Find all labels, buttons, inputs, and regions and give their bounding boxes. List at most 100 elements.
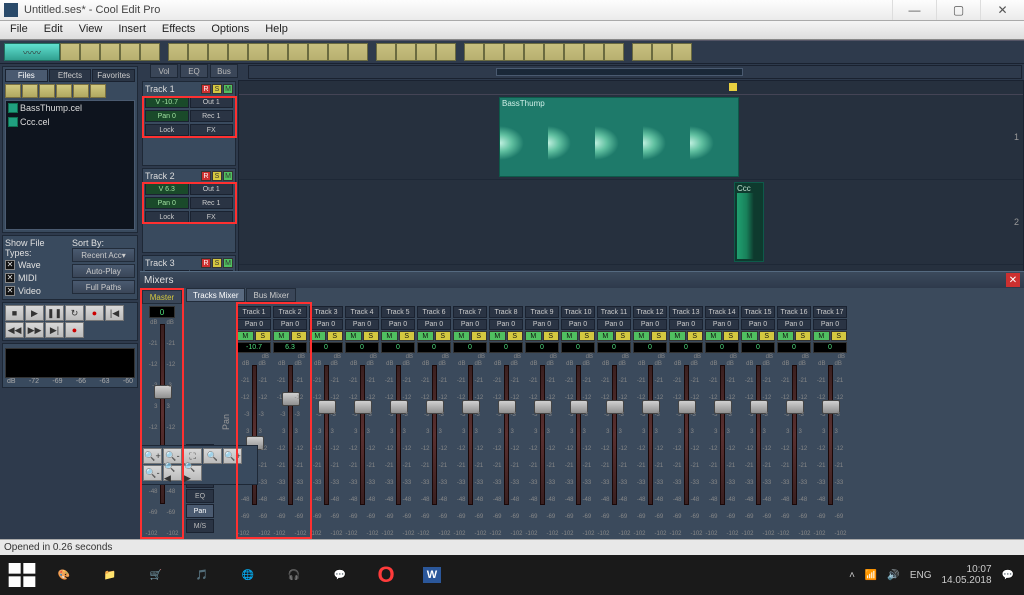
mixer-mute-button[interactable]: M — [237, 331, 254, 341]
mixer-pan-display[interactable]: Pan 0 — [777, 319, 811, 330]
menu-file[interactable]: File — [4, 21, 34, 39]
taskbar-app[interactable]: 💬 — [318, 559, 362, 591]
viewtab-bus[interactable]: Bus — [210, 64, 238, 78]
mixer-fader[interactable] — [288, 365, 293, 505]
mixer-fader[interactable] — [396, 365, 401, 505]
mixer-fader[interactable] — [324, 365, 329, 505]
mixer-fader[interactable] — [540, 365, 545, 505]
file-btn[interactable] — [5, 84, 21, 98]
taskbar-app[interactable]: 🎨 — [42, 559, 86, 591]
mixer-fader[interactable] — [612, 365, 617, 505]
mixer-track-label[interactable]: Track 1 — [237, 306, 271, 318]
mixer-mute-button[interactable]: M — [489, 331, 506, 341]
mute-button[interactable]: M — [223, 258, 233, 268]
mixer-solo-button[interactable]: S — [399, 331, 416, 341]
track-pan-display[interactable]: Pan 0 — [145, 197, 189, 209]
tray-lang[interactable]: ENG — [910, 570, 932, 581]
toolbar-btn[interactable] — [376, 43, 396, 61]
fullpaths-button[interactable]: Full Paths — [72, 280, 135, 294]
sidebtn-eq[interactable]: EQ — [186, 489, 214, 503]
mixer-fader[interactable] — [576, 365, 581, 505]
mixer-mute-button[interactable]: M — [813, 331, 830, 341]
sidebtn-ms[interactable]: M/S — [186, 519, 214, 533]
track-pan-display[interactable]: Pan 0 — [145, 110, 189, 122]
mixer-solo-button[interactable]: S — [471, 331, 488, 341]
menu-options[interactable]: Options — [205, 21, 255, 39]
track-rec-button[interactable]: Rec 1 — [190, 197, 234, 209]
track-volume-display[interactable]: V 6.3 — [145, 183, 189, 195]
zoom-out-v-button[interactable]: 🔍- — [143, 465, 162, 481]
mixer-mute-button[interactable]: M — [309, 331, 326, 341]
mixer-pan-display[interactable]: Pan 0 — [345, 319, 379, 330]
stop-button[interactable]: ■ — [5, 305, 24, 321]
taskbar-app[interactable]: 🛒 — [134, 559, 178, 591]
mixer-track-label[interactable]: Track 15 — [741, 306, 775, 318]
record-arm-button[interactable]: R — [201, 258, 211, 268]
toolbar-btn[interactable] — [504, 43, 524, 61]
mixer-solo-button[interactable]: S — [435, 331, 452, 341]
toolbar-btn[interactable] — [416, 43, 436, 61]
tray-chevron-icon[interactable]: ˄ — [849, 570, 855, 581]
toolbar-btn[interactable] — [584, 43, 604, 61]
go-start-button[interactable]: |◀ — [105, 305, 124, 321]
record-arm-button[interactable]: R — [201, 171, 211, 181]
mixer-mute-button[interactable]: M — [525, 331, 542, 341]
track-lock-button[interactable]: Lock — [145, 211, 189, 223]
solo-button[interactable]: S — [212, 84, 222, 94]
mixer-solo-button[interactable]: S — [579, 331, 596, 341]
mixer-solo-button[interactable]: S — [759, 331, 776, 341]
file-btn[interactable] — [73, 84, 89, 98]
tab-bus-mixer[interactable]: Bus Mixer — [246, 288, 296, 302]
viewtab-vol[interactable]: Vol — [150, 64, 178, 78]
mixer-track-label[interactable]: Track 8 — [489, 306, 523, 318]
mixer-pan-display[interactable]: Pan 0 — [309, 319, 343, 330]
file-btn[interactable] — [22, 84, 38, 98]
taskbar-app[interactable]: O — [364, 559, 408, 591]
sidebtn-pan[interactable]: Pan — [186, 504, 214, 518]
ruler[interactable] — [239, 81, 1023, 95]
zoom-in-button[interactable]: 🔍+ — [143, 448, 162, 464]
mixer-track-label[interactable]: Track 9 — [525, 306, 559, 318]
toolbar-btn[interactable] — [80, 43, 100, 61]
taskbar-app[interactable]: 🌐 — [226, 559, 270, 591]
track-lane-2[interactable]: Ccc 2 — [239, 180, 1023, 265]
toolbar-btn[interactable] — [652, 43, 672, 61]
waveform-toggle-button[interactable]: 〰〰 — [4, 43, 60, 61]
mixer-mute-button[interactable]: M — [705, 331, 722, 341]
mixer-mute-button[interactable]: M — [633, 331, 650, 341]
track-fx-button[interactable]: FX — [190, 211, 234, 223]
mixer-fader[interactable] — [720, 365, 725, 505]
playhead-marker[interactable] — [729, 83, 737, 91]
track-lane-1[interactable]: BassThump 1 — [239, 95, 1023, 180]
mixers-close-button[interactable]: ✕ — [1006, 273, 1020, 287]
toolbar-btn[interactable] — [544, 43, 564, 61]
solo-button[interactable]: S — [212, 171, 222, 181]
mixer-solo-button[interactable]: S — [255, 331, 272, 341]
mixer-mute-button[interactable]: M — [741, 331, 758, 341]
mixer-pan-display[interactable]: Pan 0 — [633, 319, 667, 330]
mixer-track-label[interactable]: Track 4 — [345, 306, 379, 318]
mixer-pan-display[interactable]: Pan 0 — [489, 319, 523, 330]
mixer-solo-button[interactable]: S — [687, 331, 704, 341]
track-head[interactable]: Track 2 RSM V 6.3Out 1 Pan 0Rec 1 LockFX — [142, 168, 236, 253]
track-head[interactable]: Track 1 RSM V -10.7Out 1 Pan 0Rec 1 Lock… — [142, 81, 236, 166]
mixer-track-label[interactable]: Track 6 — [417, 306, 451, 318]
pause-button[interactable]: ❚❚ — [45, 305, 64, 321]
mixer-fader[interactable] — [648, 365, 653, 505]
mixer-fader[interactable] — [756, 365, 761, 505]
menu-view[interactable]: View — [73, 21, 109, 39]
taskbar-app[interactable]: 🎧 — [272, 559, 316, 591]
maximize-button[interactable]: ▢ — [936, 0, 980, 20]
track-fx-button[interactable]: FX — [190, 124, 234, 136]
mixer-fader[interactable] — [684, 365, 689, 505]
mixer-track-label[interactable]: Track 10 — [561, 306, 595, 318]
menu-edit[interactable]: Edit — [38, 21, 69, 39]
tab-files[interactable]: Files — [5, 69, 48, 82]
mixer-fader[interactable] — [360, 365, 365, 505]
toolbar-btn[interactable] — [268, 43, 288, 61]
minimize-button[interactable]: — — [892, 0, 936, 20]
mixer-solo-button[interactable]: S — [615, 331, 632, 341]
mixer-mute-button[interactable]: M — [453, 331, 470, 341]
ffwd-button[interactable]: ▶▶ — [25, 322, 44, 338]
toolbar-btn[interactable] — [120, 43, 140, 61]
